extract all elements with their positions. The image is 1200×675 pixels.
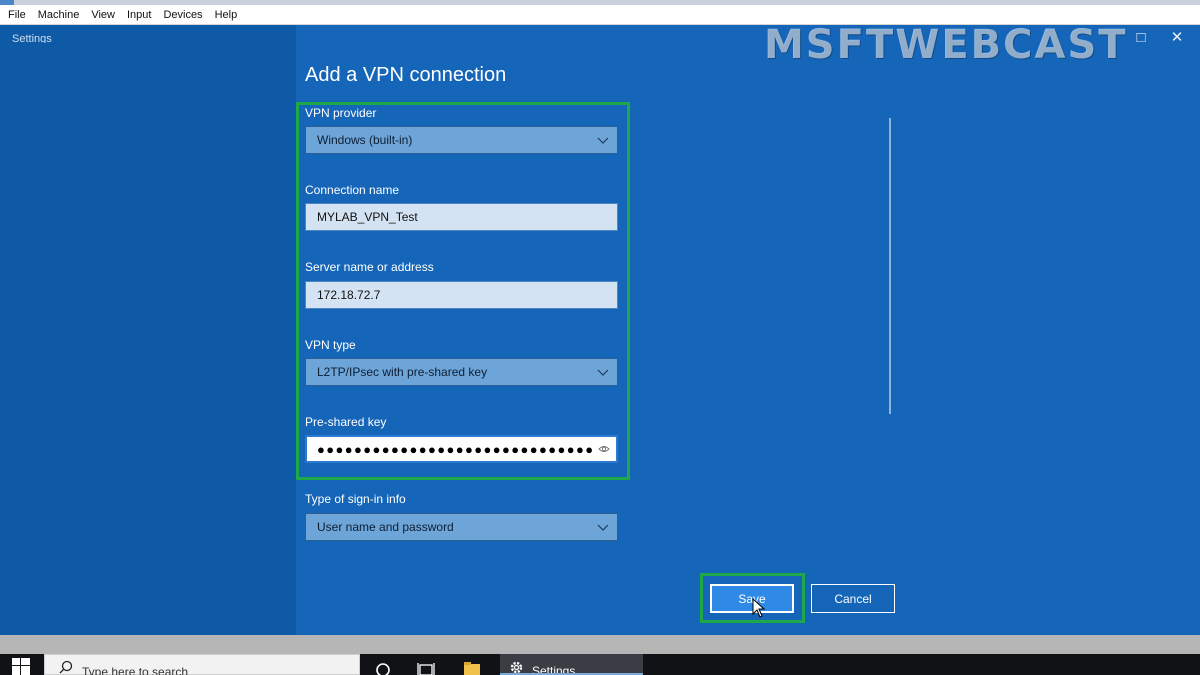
mouse-cursor-icon	[752, 598, 766, 618]
menu-help[interactable]: Help	[209, 5, 244, 25]
chevron-down-icon	[597, 369, 609, 376]
server-address-label: Server name or address	[305, 260, 434, 274]
page-title: Add a VPN connection	[305, 64, 507, 86]
server-address-input[interactable]: 172.18.72.7	[305, 281, 618, 309]
cortana-icon[interactable]	[374, 660, 392, 675]
vpn-provider-select[interactable]: Windows (built-in)	[305, 126, 618, 154]
eye-icon[interactable]	[598, 444, 610, 454]
menu-devices[interactable]: Devices	[157, 5, 208, 25]
vpn-type-select[interactable]: L2TP/IPsec with pre-shared key	[305, 358, 618, 386]
chevron-down-icon	[597, 524, 609, 531]
vpn-type-label: VPN type	[305, 338, 356, 352]
connection-name-input[interactable]: MYLAB_VPN_Test	[305, 203, 618, 231]
vpn-provider-label: VPN provider	[305, 106, 377, 120]
taskbar: Type here to search Settings	[0, 654, 1200, 675]
pre-shared-key-value: ●●●●●●●●●●●●●●●●●●●●●●●●●●●●●●	[317, 441, 595, 457]
sign-in-type-label: Type of sign-in info	[305, 492, 406, 506]
connection-name-label: Connection name	[305, 183, 400, 197]
task-view-icon[interactable]	[417, 660, 435, 675]
settings-left-pane	[0, 43, 296, 635]
menu-view[interactable]: View	[85, 5, 121, 25]
pre-shared-key-label: Pre-shared key	[305, 415, 387, 429]
cancel-button[interactable]: Cancel	[811, 584, 895, 613]
taskbar-search-box[interactable]: Type here to search	[44, 654, 360, 675]
vpn-provider-value: Windows (built-in)	[317, 133, 413, 147]
chevron-down-icon	[597, 137, 609, 144]
file-explorer-icon[interactable]	[463, 660, 481, 675]
search-placeholder: Type here to search	[82, 665, 189, 675]
menu-machine[interactable]: Machine	[32, 5, 86, 25]
watermark-logo: MSFTWEBCAST	[764, 22, 1128, 68]
sign-in-type-value: User name and password	[317, 520, 454, 534]
taskbar-settings-app[interactable]: Settings	[500, 654, 643, 675]
menu-file[interactable]: File	[2, 5, 32, 25]
pre-shared-key-input[interactable]: ●●●●●●●●●●●●●●●●●●●●●●●●●●●●●●	[305, 435, 618, 463]
vpn-type-value: L2TP/IPsec with pre-shared key	[317, 365, 488, 379]
desktop-strip	[0, 635, 1200, 654]
sign-in-type-select[interactable]: User name and password	[305, 513, 618, 541]
search-icon	[59, 660, 73, 674]
server-address-value: 172.18.72.7	[317, 288, 381, 302]
scrollbar[interactable]	[889, 118, 891, 414]
connection-name-value: MYLAB_VPN_Test	[317, 210, 418, 224]
menu-input[interactable]: Input	[121, 5, 157, 25]
windows-start-icon[interactable]	[12, 658, 30, 675]
